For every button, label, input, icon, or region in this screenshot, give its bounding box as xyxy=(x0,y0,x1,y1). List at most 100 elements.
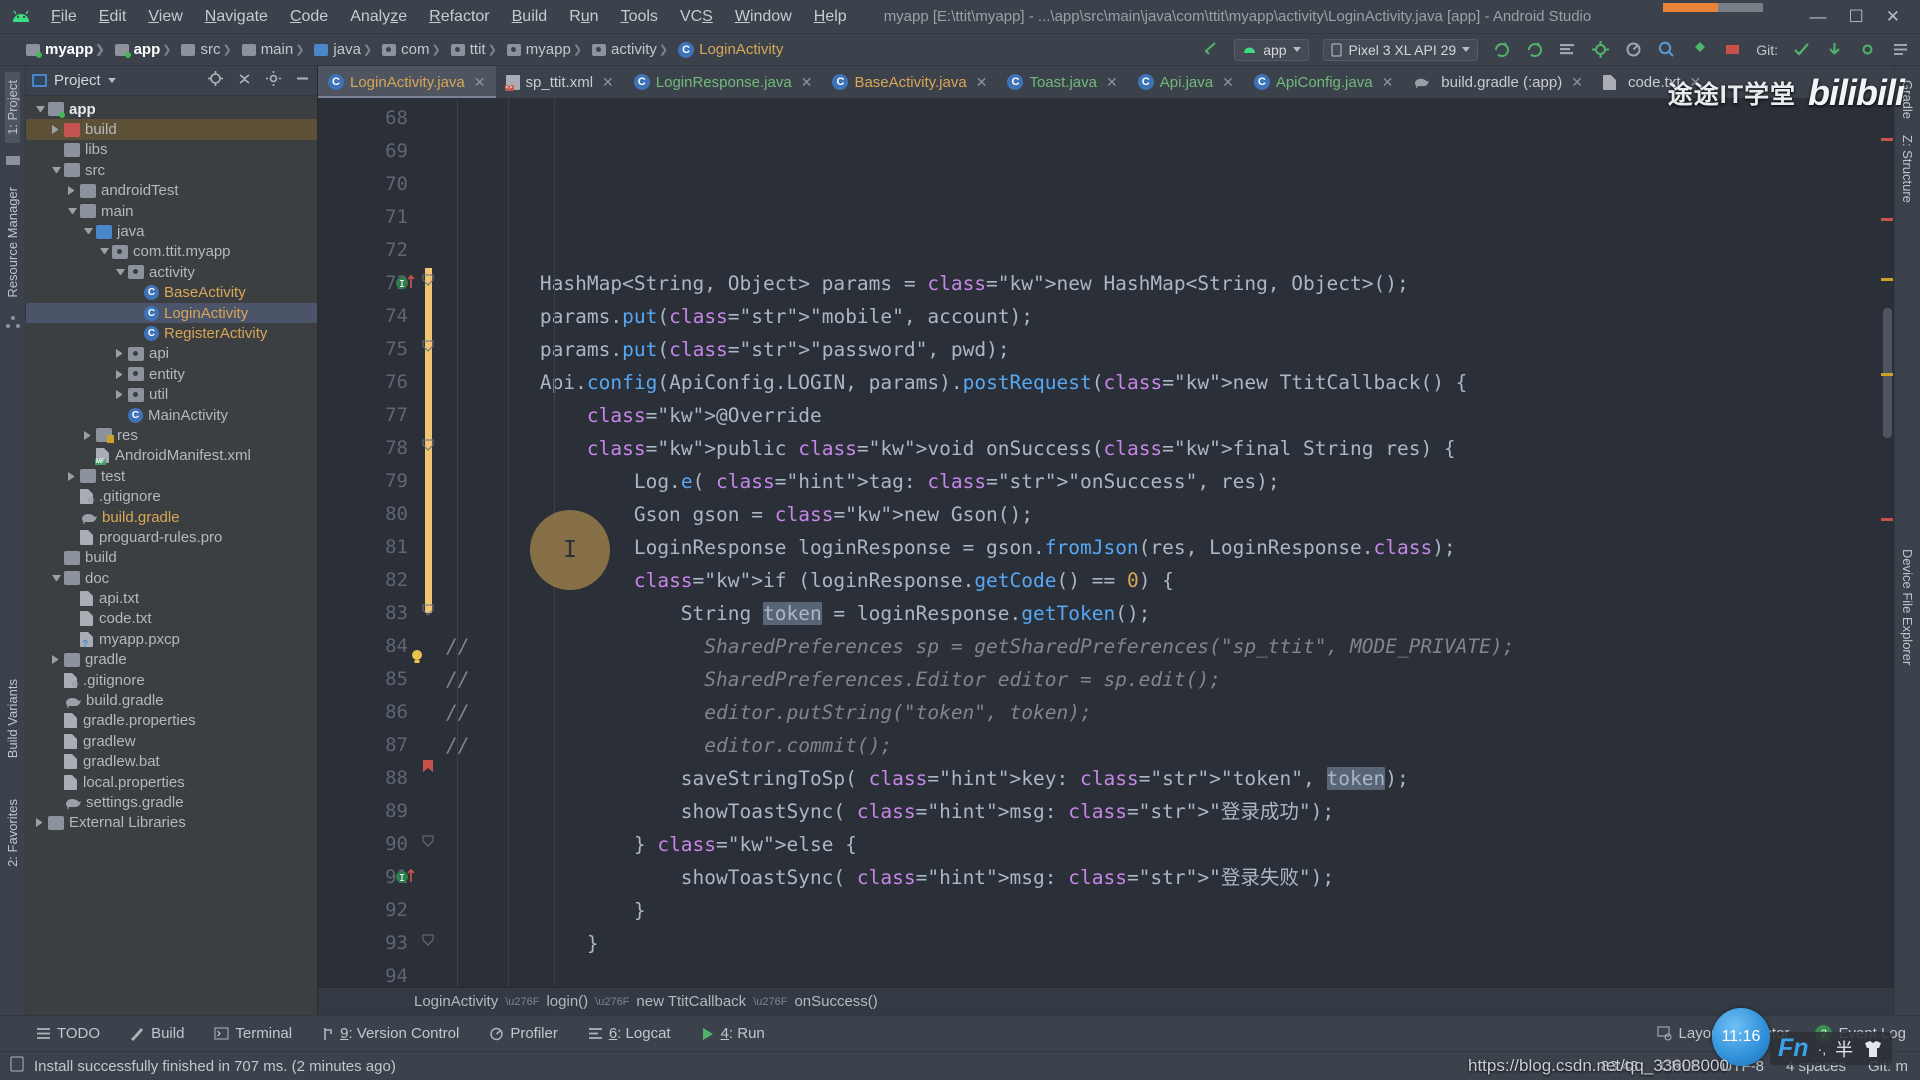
close-tab-icon[interactable]: ✕ xyxy=(801,74,813,91)
tool-build[interactable]: Build xyxy=(130,1025,184,1042)
expand-toggle-icon[interactable] xyxy=(68,186,77,196)
expand-toggle-icon[interactable] xyxy=(52,574,61,584)
editor-tab-strip[interactable]: C LoginActivity.java ✕ sp_ttit.xml ✕ C LoginRe… xyxy=(318,66,1894,98)
tool-profiler[interactable]: Profiler xyxy=(489,1025,558,1042)
rail-tab-device-file-explorer[interactable]: Device File Explorer xyxy=(1900,541,1915,673)
tree-item-baseactivity[interactable]: C BaseActivity xyxy=(26,283,317,303)
rail-tab-resource-manager[interactable]: Resource Manager xyxy=(5,179,20,306)
tree-item-loginactivity[interactable]: C LoginActivity xyxy=(26,302,317,324)
breadcrumb-callback-method[interactable]: onSuccess() xyxy=(794,993,877,1010)
editor-tab-sp-ttit-xml[interactable]: sp_ttit.xml ✕ xyxy=(496,66,624,98)
fold-marker-icon[interactable] xyxy=(422,934,434,946)
breadcrumb-src[interactable]: src xyxy=(160,41,220,58)
expand-toggle-icon[interactable] xyxy=(116,268,125,278)
expand-toggle-icon[interactable] xyxy=(84,430,93,440)
tool-event-log[interactable]: 2 Event Log xyxy=(1815,1025,1906,1042)
sync-gradle-icon[interactable] xyxy=(1492,40,1511,59)
expand-toggle-icon[interactable] xyxy=(36,818,45,828)
tree-item-entity[interactable]: entity xyxy=(26,364,317,384)
settings-gear-icon[interactable] xyxy=(265,70,282,92)
tree-item-activity[interactable]: activity xyxy=(26,262,317,282)
menu-run[interactable]: Run xyxy=(558,5,609,29)
editor-breadcrumbs[interactable]: LoginActivity \u276F login() \u276F new … xyxy=(318,987,1894,1015)
menu-edit[interactable]: Edit xyxy=(88,5,138,29)
fold-marker-icon[interactable] xyxy=(422,340,434,352)
tree-item-src[interactable]: src xyxy=(26,160,317,180)
tool-layout-inspector[interactable]: Layout Inspector xyxy=(1657,1025,1789,1042)
git-commit-icon[interactable] xyxy=(1858,40,1877,59)
tree-item-doc[interactable]: doc xyxy=(26,568,317,588)
editor-tab-toast-java[interactable]: C Toast.java ✕ xyxy=(997,66,1127,98)
expand-toggle-icon[interactable] xyxy=(52,166,61,176)
editor-tab-api-java[interactable]: C Api.java ✕ xyxy=(1128,66,1244,98)
tree-item-build[interactable]: build xyxy=(26,548,317,568)
close-button[interactable]: ✕ xyxy=(1886,7,1900,27)
close-tab-icon[interactable]: ✕ xyxy=(602,74,614,91)
tree-item-myapp-pxcp[interactable]: myapp.pxcp xyxy=(26,629,317,650)
maximize-button[interactable]: ☐ xyxy=(1849,7,1864,27)
tree-item-proguard-rules-pro[interactable]: proguard-rules.pro xyxy=(26,527,317,547)
menu-tools[interactable]: Tools xyxy=(610,5,669,29)
tree-item-local-properties[interactable]: local.properties xyxy=(26,772,317,792)
run-method-gutter-icon[interactable]: I xyxy=(396,867,418,887)
avd-manager-icon[interactable] xyxy=(1558,40,1577,59)
close-tab-icon[interactable]: ✕ xyxy=(1571,74,1583,91)
menu-view[interactable]: View xyxy=(137,5,193,29)
search-everywhere-icon[interactable] xyxy=(1657,40,1676,59)
expand-toggle-icon[interactable] xyxy=(52,125,61,135)
tool-run[interactable]: 4: Run xyxy=(701,1025,765,1042)
indent-setting[interactable]: 4 spaces xyxy=(1786,1058,1846,1075)
back-arrow-icon[interactable] xyxy=(1201,40,1220,59)
tree-item-mainactivity[interactable]: C MainActivity xyxy=(26,405,317,425)
tree-item-api[interactable]: api xyxy=(26,344,317,364)
menu-code[interactable]: Code xyxy=(279,5,339,29)
tree-item-gitignore[interactable]: .gitignore xyxy=(26,486,317,506)
editor-vertical-scrollbar[interactable] xyxy=(1879,98,1894,987)
tree-item-gradle-properties[interactable]: gradle.properties xyxy=(26,711,317,731)
tool-version-control[interactable]: 9: Version Control xyxy=(322,1025,459,1042)
tree-item-java[interactable]: java xyxy=(26,221,317,241)
project-tree[interactable]: app build libs src androidTest main java com.tt… xyxy=(26,96,317,1015)
expand-toggle-icon[interactable] xyxy=(68,207,77,217)
expand-toggle-icon[interactable] xyxy=(116,369,125,379)
tree-item-util[interactable]: util xyxy=(26,384,317,404)
tree-item-libs[interactable]: libs xyxy=(26,140,317,160)
fold-marker-icon[interactable] xyxy=(422,439,434,451)
run-configuration-selector[interactable]: app xyxy=(1234,38,1309,61)
tree-item-res[interactable]: res xyxy=(26,425,317,445)
hide-panel-icon[interactable] xyxy=(294,70,311,92)
close-tab-icon[interactable]: ✕ xyxy=(976,74,988,91)
git-history-icon[interactable] xyxy=(1891,40,1910,59)
tool-todo[interactable]: TODO xyxy=(36,1025,100,1042)
breadcrumb-com[interactable]: com xyxy=(361,41,430,58)
rail-tab-project[interactable]: 1: Project xyxy=(5,72,20,143)
breadcrumb-anon-class[interactable]: new TtitCallback xyxy=(636,993,746,1010)
device-selector[interactable]: Pixel 3 XL API 29 xyxy=(1322,38,1479,61)
tree-item-build-gradle[interactable]: build.gradle xyxy=(26,507,317,527)
expand-toggle-icon[interactable] xyxy=(100,248,109,257)
file-encoding[interactable]: UTF-8 xyxy=(1721,1058,1764,1075)
editor-tab-code-txt[interactable]: code.txt ✕ xyxy=(1593,66,1711,98)
expand-toggle-icon[interactable] xyxy=(116,349,125,359)
close-tab-icon[interactable]: ✕ xyxy=(1689,74,1701,91)
breadcrumb-loginactivity[interactable]: C LoginActivity xyxy=(657,41,783,58)
tree-item-gradlew[interactable]: gradlew xyxy=(26,731,317,751)
tree-item-main[interactable]: main xyxy=(26,201,317,221)
rail-tab-structure[interactable]: Z: Structure xyxy=(1900,127,1915,211)
tree-item-api-txt[interactable]: api.txt xyxy=(26,588,317,608)
profiler-toolbar-icon[interactable] xyxy=(1624,40,1643,59)
expand-toggle-icon[interactable] xyxy=(68,471,77,481)
rail-tab-gradle[interactable]: Gradle xyxy=(1900,72,1915,127)
close-tab-icon[interactable]: ✕ xyxy=(474,74,486,91)
tree-item-external-libraries[interactable]: External Libraries xyxy=(26,813,317,833)
expand-toggle-icon[interactable] xyxy=(36,105,45,115)
menu-refactor[interactable]: Refactor xyxy=(418,5,500,29)
tree-item-gradle[interactable]: gradle xyxy=(26,650,317,670)
code-editor[interactable]: 6869707172737475767778798081828384858687… xyxy=(318,98,1894,987)
breadcrumb-myapp[interactable]: myapp xyxy=(26,41,93,58)
intention-bulb-icon[interactable] xyxy=(406,646,428,668)
rail-tab-favorites[interactable]: 2: Favorites xyxy=(5,791,20,875)
layout-editor-icon[interactable] xyxy=(1690,40,1709,59)
tree-item-androidtest[interactable]: androidTest xyxy=(26,181,317,201)
fold-marker-icon[interactable] xyxy=(422,835,434,847)
